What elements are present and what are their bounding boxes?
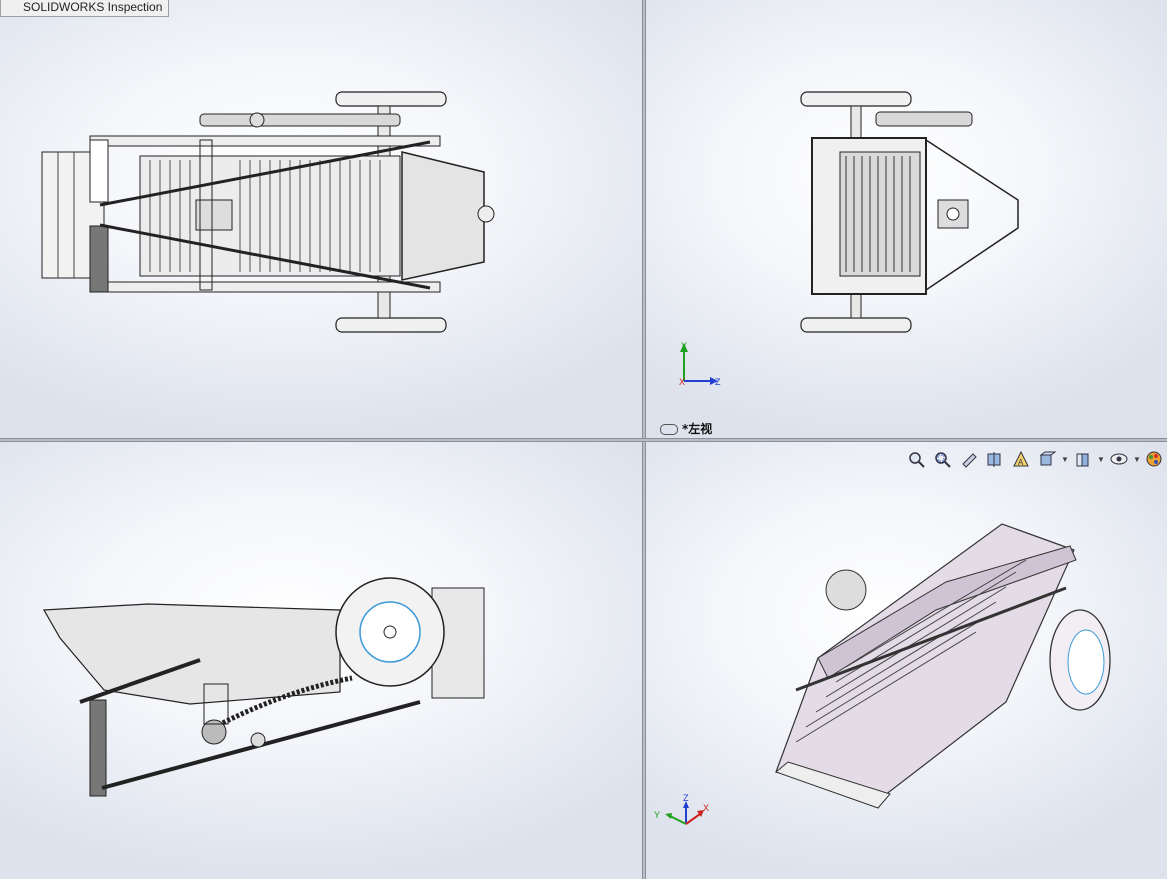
view-name-label: *左视 — [660, 420, 712, 437]
viewport-horizontal-splitter[interactable] — [0, 438, 1167, 442]
viewport-isometric-view[interactable]: A ▼ ▼ ▼ Y Z X — [646, 442, 1167, 879]
link-icon — [660, 424, 678, 435]
model-front-view[interactable] — [0, 442, 642, 879]
triad-y-label: Y — [681, 341, 687, 351]
triad-z-label: Z — [715, 377, 721, 387]
viewport-left-view[interactable]: Y X Z *左视 — [646, 0, 1167, 438]
viewport-top-view[interactable]: SOLIDWORKS Inspection — [0, 0, 642, 438]
coordinate-triad-iso: Y Z X — [654, 793, 709, 825]
triad-iso-z-label: Z — [683, 793, 689, 803]
view-name-text: *左视 — [682, 422, 713, 436]
triad-x-label: X — [679, 377, 685, 387]
triad-iso-x-label: X — [703, 803, 709, 813]
coordinate-triad: Y X Z — [679, 341, 721, 387]
viewport-front-view[interactable] — [0, 442, 642, 879]
triad-iso-y-label: Y — [654, 810, 660, 820]
model-top-view[interactable] — [0, 0, 642, 438]
